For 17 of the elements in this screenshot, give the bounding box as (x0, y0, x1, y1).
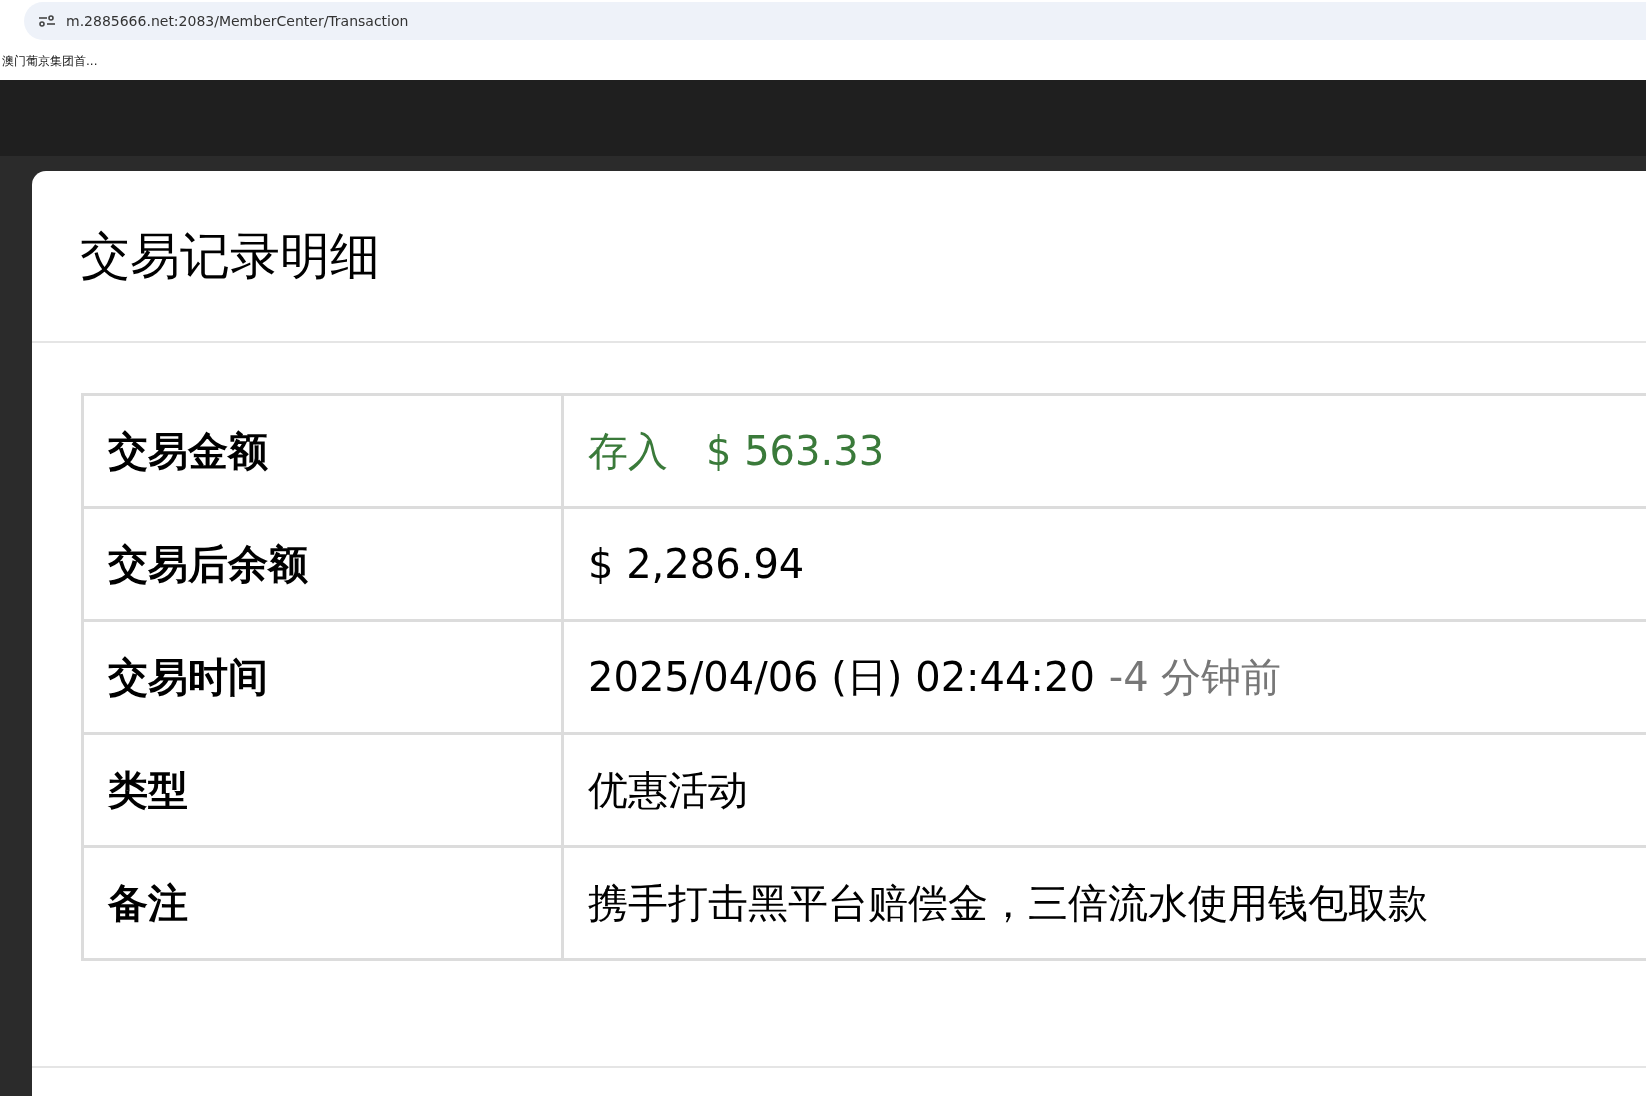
address-bar[interactable]: m.2885666.net:2083/MemberCenter/Transaction (24, 2, 1646, 40)
field-value: $ 2,286.94 (588, 541, 805, 587)
field-label: 交易时间 (108, 654, 268, 700)
time-value: 2025/04/06 (日) 02:44:20 (588, 654, 1095, 700)
field-label: 交易金额 (108, 428, 268, 474)
field-label: 类型 (108, 767, 188, 813)
field-label: 交易后余额 (108, 541, 308, 587)
amount-value: $ 563.33 (706, 428, 885, 474)
field-value: 携手打击黑平台赔偿金，三倍流水使用钱包取款 (588, 880, 1428, 926)
relative-time: -4 分钟前 (1108, 654, 1282, 700)
site-settings-icon[interactable] (38, 14, 56, 28)
dialog-title: 交易记录明细 (80, 225, 380, 287)
transaction-type: 存入 (588, 428, 668, 474)
bookmark-link[interactable]: 澳门葡京集团首... (2, 52, 98, 70)
field-label: 备注 (108, 880, 188, 926)
field-value: 优惠活动 (588, 767, 748, 813)
url-text: m.2885666.net:2083/MemberCenter/Transaction (66, 11, 409, 31)
